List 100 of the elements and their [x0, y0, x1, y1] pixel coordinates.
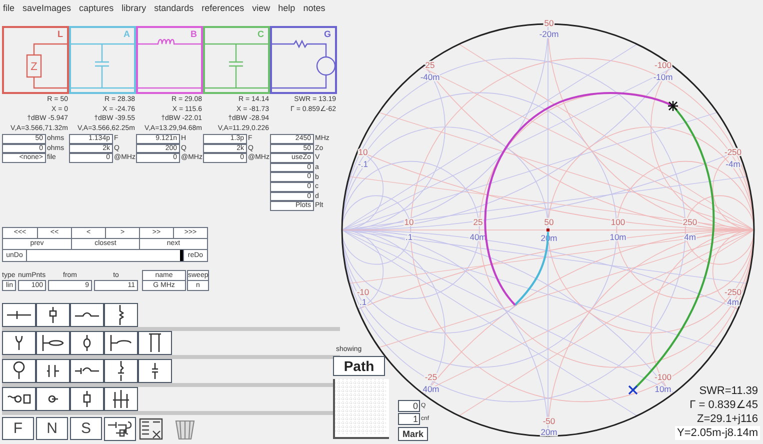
chart-label: 25 [425, 60, 435, 70]
component-icon [7, 394, 31, 404]
component-button[interactable] [36, 386, 70, 411]
component-icon [15, 334, 23, 351]
chart-label: -100 [654, 60, 672, 70]
component-icon [117, 360, 125, 382]
chart-label: -10m [653, 72, 673, 82]
chart-label: -50 [542, 416, 556, 426]
palette-tab[interactable]: N [36, 417, 68, 440]
circuit-drawing [137, 38, 202, 89]
menu-item[interactable]: view [252, 2, 270, 14]
chart-label: -40m [420, 72, 440, 82]
chart-label: -4m [726, 159, 740, 169]
component-icon [74, 366, 100, 375]
chart-label: -100 [654, 372, 672, 382]
cross-marker-icon [628, 385, 638, 395]
component-icon [74, 312, 100, 318]
component-button[interactable] [70, 386, 104, 411]
component-icon [6, 310, 32, 320]
slider-thumb[interactable] [180, 250, 183, 261]
chart-label: 20m [540, 427, 558, 437]
component-icon [148, 332, 162, 353]
component-icon [110, 334, 132, 352]
chart-label: 100 [610, 217, 626, 227]
component-icon [13, 361, 25, 380]
chart-label: 10m [610, 232, 626, 242]
menu-item[interactable]: captures [79, 2, 114, 14]
palette-tab[interactable] [104, 416, 136, 441]
component-button[interactable] [138, 330, 172, 355]
chart-label: 50 [544, 217, 554, 227]
readout-text: Γ = 0.839∠45 [688, 398, 759, 412]
circuit-drawing [70, 43, 135, 89]
component-button[interactable] [104, 386, 138, 411]
palette-tab[interactable]: S [70, 417, 102, 440]
list-button[interactable] [138, 416, 164, 441]
trash-icon [174, 418, 196, 440]
component-button[interactable] [2, 302, 36, 327]
menu-item[interactable]: library [122, 2, 146, 14]
component-button[interactable] [104, 330, 138, 355]
palette-tab[interactable]: F [2, 417, 34, 440]
chart-label: .1 [405, 232, 413, 242]
chart-label: 40m [422, 384, 440, 394]
stage-label: A [124, 29, 130, 39]
chart-label: 250 [682, 217, 698, 227]
menu-item[interactable]: notes [303, 2, 326, 14]
chart-label: 25 [473, 217, 483, 227]
stage-label: G [324, 29, 331, 39]
circuit-drawing: Z [26, 43, 68, 89]
chart-label: 10 [404, 217, 414, 227]
menu-item[interactable]: help [278, 2, 296, 14]
component-button[interactable] [70, 302, 104, 327]
mark-button[interactable]: Mark [398, 427, 428, 441]
component-button[interactable] [2, 386, 36, 411]
component-icon [83, 334, 91, 352]
component-button[interactable] [36, 358, 70, 383]
chart-label: 4m [727, 297, 739, 307]
menu-item[interactable]: file [3, 2, 15, 14]
chart-label: 4m [684, 232, 696, 242]
component-icon [118, 304, 124, 326]
mode-button[interactable]: Path [333, 356, 385, 376]
component-icon [83, 390, 91, 408]
component-icon [151, 362, 159, 380]
component-button[interactable] [2, 330, 36, 355]
component-icon [48, 394, 58, 403]
component-button[interactable] [104, 302, 138, 327]
chart-label: -.1 [358, 159, 368, 169]
chart-label: 10m [654, 384, 672, 394]
stage-label: L [58, 29, 63, 39]
component-icon [49, 306, 57, 324]
value-field[interactable]: 0 [398, 400, 420, 412]
chart-label: -10 [356, 287, 370, 297]
list-icon [139, 418, 163, 440]
circuit-drawing [271, 40, 336, 89]
star-marker-icon [667, 100, 679, 112]
circuit-drawing [204, 43, 269, 89]
component-button[interactable] [138, 358, 172, 383]
stage-label: B [190, 29, 197, 39]
component-button[interactable] [36, 302, 70, 327]
menu-item[interactable]: saveImages [22, 2, 72, 14]
chart-label: .1 [359, 297, 367, 307]
component-button[interactable] [70, 358, 104, 383]
component-button[interactable] [2, 358, 36, 383]
component-button[interactable] [70, 330, 104, 355]
component-button[interactable] [36, 330, 70, 355]
readout-text: Z=29.1+j116 [696, 412, 759, 426]
value-field[interactable]: 1 [398, 413, 420, 425]
component-icon [46, 364, 60, 378]
chart-label: -250 [724, 287, 742, 297]
stage-label: C [258, 29, 264, 39]
chart-label: -20m [539, 29, 559, 39]
chart-label: 10 [358, 147, 368, 157]
component-icon [112, 388, 130, 409]
component-icon [42, 334, 64, 352]
menu-item[interactable]: standards [154, 2, 194, 14]
component-button[interactable] [104, 358, 138, 383]
menu-item[interactable]: references [202, 2, 244, 14]
chart-label: -25 [424, 372, 438, 382]
readout-text: SWR=11.39 [698, 384, 759, 398]
readout-text: Y=2.05m-j8.14m [674, 426, 760, 440]
circuit-icon [106, 418, 134, 439]
